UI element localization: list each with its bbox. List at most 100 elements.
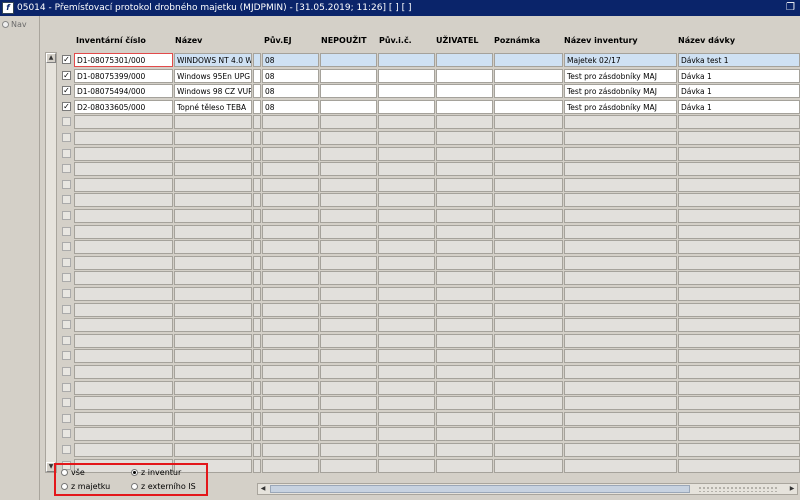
cell-uzivatel[interactable] (436, 302, 493, 317)
cell-poznamka[interactable] (494, 271, 563, 286)
cell-nazev[interactable] (174, 115, 252, 130)
cell-poznamka[interactable] (494, 68, 563, 83)
cell-nepouzit[interactable] (320, 193, 377, 208)
row-checkbox[interactable]: ✓ (62, 70, 71, 80)
cell-inv[interactable] (74, 271, 173, 286)
cell-inv[interactable] (74, 349, 173, 364)
table-row[interactable] (44, 177, 800, 192)
cell-nazev-davky[interactable] (678, 349, 800, 364)
table-row[interactable] (44, 286, 800, 301)
cell-nazev-inventury[interactable] (564, 333, 677, 348)
cell-puv-ic[interactable] (378, 318, 435, 333)
cell-poznamka[interactable] (494, 302, 563, 317)
cell-nepouzit[interactable] (320, 177, 377, 192)
table-row[interactable]: ✓ D1-08075399/000 Windows 95En UPG 08 Test p… (44, 68, 800, 83)
cell-nazev-inventury[interactable]: Majetek 02/17 (564, 53, 677, 67)
cell-nazev-davky[interactable] (678, 209, 800, 223)
cell-poznamka[interactable] (494, 84, 563, 99)
cell-uzivatel[interactable] (436, 146, 493, 161)
cell-nepouzit[interactable] (320, 68, 377, 83)
cell-nazev-davky[interactable] (678, 287, 800, 301)
cell-uzivatel[interactable] (436, 427, 493, 442)
cell-uzivatel[interactable] (436, 458, 493, 473)
col-header-inventarni-cislo[interactable]: Inventární číslo (76, 36, 146, 45)
cell-uzivatel[interactable] (436, 396, 493, 411)
cell-inv[interactable] (74, 224, 173, 239)
cell-inv[interactable] (74, 287, 173, 301)
col-header-nazev[interactable]: Název (175, 36, 202, 45)
table-row[interactable] (44, 255, 800, 270)
cell-nazev-inventury[interactable] (564, 396, 677, 411)
row-checkbox[interactable]: ✓ (62, 101, 71, 111)
cell-puv-ic[interactable] (378, 396, 435, 411)
cell-nazev-inventury[interactable] (564, 209, 677, 223)
row-checkbox[interactable] (62, 398, 71, 408)
table-row[interactable] (44, 208, 800, 223)
col-header-puv-ic[interactable]: Pův.i.č. (379, 36, 412, 45)
cell-puv-ic[interactable] (378, 115, 435, 130)
cell-nazev-davky[interactable] (678, 443, 800, 457)
row-checkbox[interactable] (62, 242, 71, 252)
cell-nazev-inventury[interactable]: Test pro zásdobníky MAJ (564, 99, 677, 114)
table-row[interactable] (44, 114, 800, 130)
cell-nazev[interactable] (174, 177, 252, 192)
cell-puv-ic[interactable] (378, 68, 435, 83)
cell-nazev[interactable] (174, 240, 252, 255)
table-row[interactable] (44, 146, 800, 161)
cell-nazev-inventury[interactable] (564, 131, 677, 145)
cell-poznamka[interactable] (494, 396, 563, 411)
cell-nepouzit[interactable] (320, 287, 377, 301)
cell-poznamka[interactable] (494, 115, 563, 130)
cell-nazev-inventury[interactable]: Test pro zásdobníky MAJ (564, 84, 677, 99)
cell-nazev[interactable] (174, 146, 252, 161)
table-row[interactable]: ✓ D2-08033605/000 Topné těleso TEBA 08 Test … (44, 99, 800, 114)
cell-nazev-inventury[interactable] (564, 302, 677, 317)
cell-puv-ej[interactable] (262, 271, 319, 286)
cell-puv-ej[interactable] (262, 380, 319, 395)
cell-puv-ic[interactable] (378, 255, 435, 270)
cell-poznamka[interactable] (494, 443, 563, 457)
cell-puv-ic[interactable] (378, 240, 435, 255)
cell-inv[interactable] (74, 193, 173, 208)
cell-nazev-davky[interactable] (678, 255, 800, 270)
cell-nepouzit[interactable] (320, 380, 377, 395)
cell-inv[interactable] (74, 146, 173, 161)
cell-inv[interactable] (74, 365, 173, 379)
row-checkbox[interactable] (62, 179, 71, 189)
cell-uzivatel[interactable] (436, 287, 493, 301)
cell-nazev-davky[interactable] (678, 115, 800, 130)
cell-puv-ic[interactable] (378, 411, 435, 426)
radio-button[interactable] (131, 483, 138, 490)
cell-nazev-davky[interactable] (678, 177, 800, 192)
cell-inv[interactable] (74, 255, 173, 270)
cell-uzivatel[interactable] (436, 318, 493, 333)
row-checkbox[interactable] (62, 117, 71, 127)
cell-uzivatel[interactable] (436, 162, 493, 177)
cell-inv[interactable] (74, 131, 173, 145)
cell-puv-ej[interactable]: 08 (262, 84, 319, 99)
cell-nazev[interactable] (174, 427, 252, 442)
table-row[interactable] (44, 130, 800, 145)
cell-puv-ej[interactable] (262, 349, 319, 364)
cell-poznamka[interactable] (494, 177, 563, 192)
cell-nepouzit[interactable] (320, 271, 377, 286)
cell-uzivatel[interactable] (436, 99, 493, 114)
table-row[interactable]: ✓ D1-08075494/000 Windows 98 CZ VUP 08 Test … (44, 83, 800, 99)
cell-poznamka[interactable] (494, 99, 563, 114)
cell-nazev-davky[interactable] (678, 458, 800, 473)
radio-z-majetku[interactable]: z majetku (61, 482, 110, 491)
cell-nazev[interactable] (174, 302, 252, 317)
table-row[interactable] (44, 411, 800, 426)
row-checkbox[interactable] (62, 133, 71, 142)
cell-puv-ej[interactable] (262, 209, 319, 223)
cell-puv-ic[interactable] (378, 349, 435, 364)
cell-puv-ic[interactable] (378, 333, 435, 348)
table-row[interactable] (44, 302, 800, 317)
horizontal-scrollbar[interactable]: ◀ ▶ (257, 483, 798, 495)
radio-button[interactable] (61, 483, 68, 490)
cell-puv-ej[interactable] (262, 146, 319, 161)
row-checkbox[interactable] (62, 335, 71, 345)
row-checkbox[interactable] (62, 351, 71, 361)
cell-inv[interactable] (74, 427, 173, 442)
cell-nepouzit[interactable] (320, 333, 377, 348)
